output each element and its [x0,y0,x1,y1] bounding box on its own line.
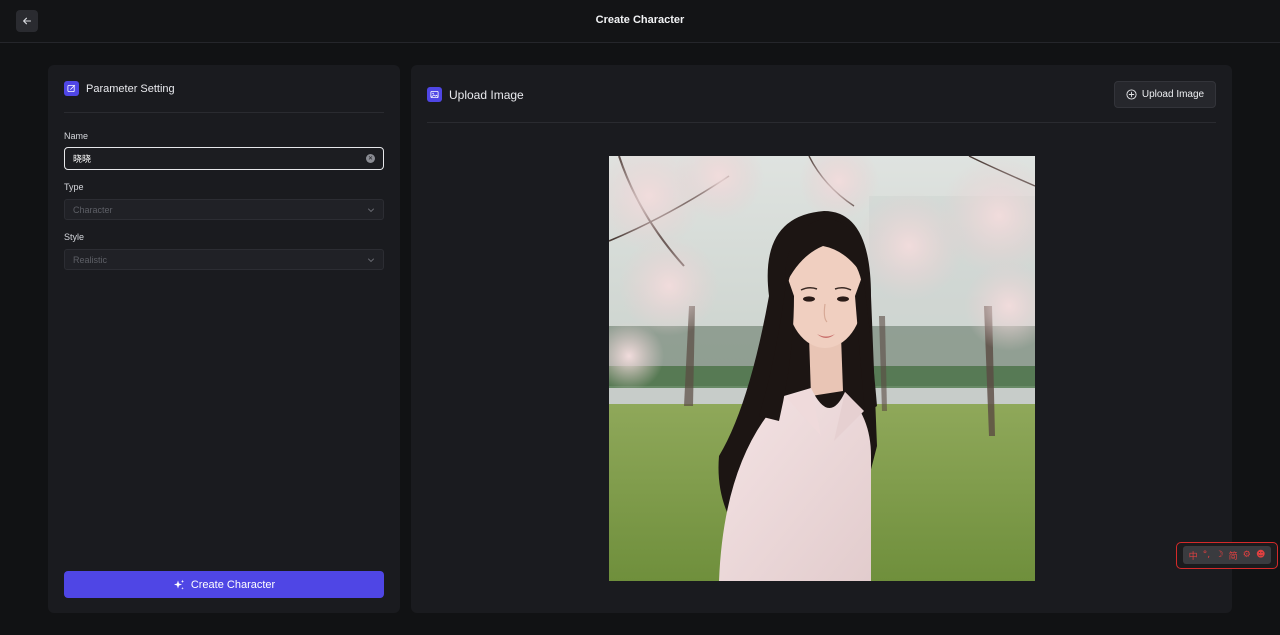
type-select-value: Character [73,204,113,215]
gear-icon[interactable]: ⚙ [1243,550,1251,560]
type-select[interactable]: Character [64,199,384,220]
upload-panel: Upload Image Upload Image [411,65,1232,613]
parameter-panel: Parameter Setting Name ✕ Type Character … [48,65,400,613]
name-input[interactable] [73,153,366,164]
upload-image-label: Upload Image [1141,89,1205,100]
type-label: Type [64,182,84,192]
moon-icon[interactable]: ☽ [1215,550,1223,560]
upload-panel-header: Upload Image Upload Image [427,81,1216,123]
create-character-button[interactable]: Create Character [64,571,384,598]
style-label: Style [64,232,85,242]
parameter-panel-title: Parameter Setting [86,82,175,95]
upload-panel-title: Upload Image [449,87,524,102]
clear-icon[interactable]: ✕ [366,154,375,163]
smiley-icon[interactable]: ☻ [1256,550,1265,560]
extension-simplified-toggle[interactable]: 简 [1229,549,1238,562]
name-field[interactable]: ✕ [64,147,384,170]
create-character-label: Create Character [190,578,276,591]
extension-chinese-toggle[interactable]: 中 [1189,549,1198,562]
name-label: Name [64,131,89,141]
upload-panel-heading: Upload Image [427,87,524,102]
edit-icon [64,81,79,96]
sparkles-icon [173,579,184,590]
extension-toolbar: 中 °, ☽ 简 ⚙ ☻ [1176,542,1278,569]
plus-circle-icon [1126,89,1137,100]
style-select-value: Realistic [73,254,108,265]
upload-image-button[interactable]: Upload Image [1114,81,1216,108]
extension-toolbar-items: 中 °, ☽ 简 ⚙ ☻ [1183,546,1271,564]
image-icon [427,87,442,102]
extension-punctuation-toggle[interactable]: °, [1203,550,1210,560]
top-header: Create Character [0,0,1280,43]
page-title: Create Character [595,14,685,26]
parameter-panel-header: Parameter Setting [64,81,384,113]
chevron-down-icon [368,258,374,262]
portrait-photo [609,156,1035,581]
chevron-down-icon [368,208,374,212]
uploaded-image-preview [609,156,1035,581]
style-select[interactable]: Realistic [64,249,384,270]
